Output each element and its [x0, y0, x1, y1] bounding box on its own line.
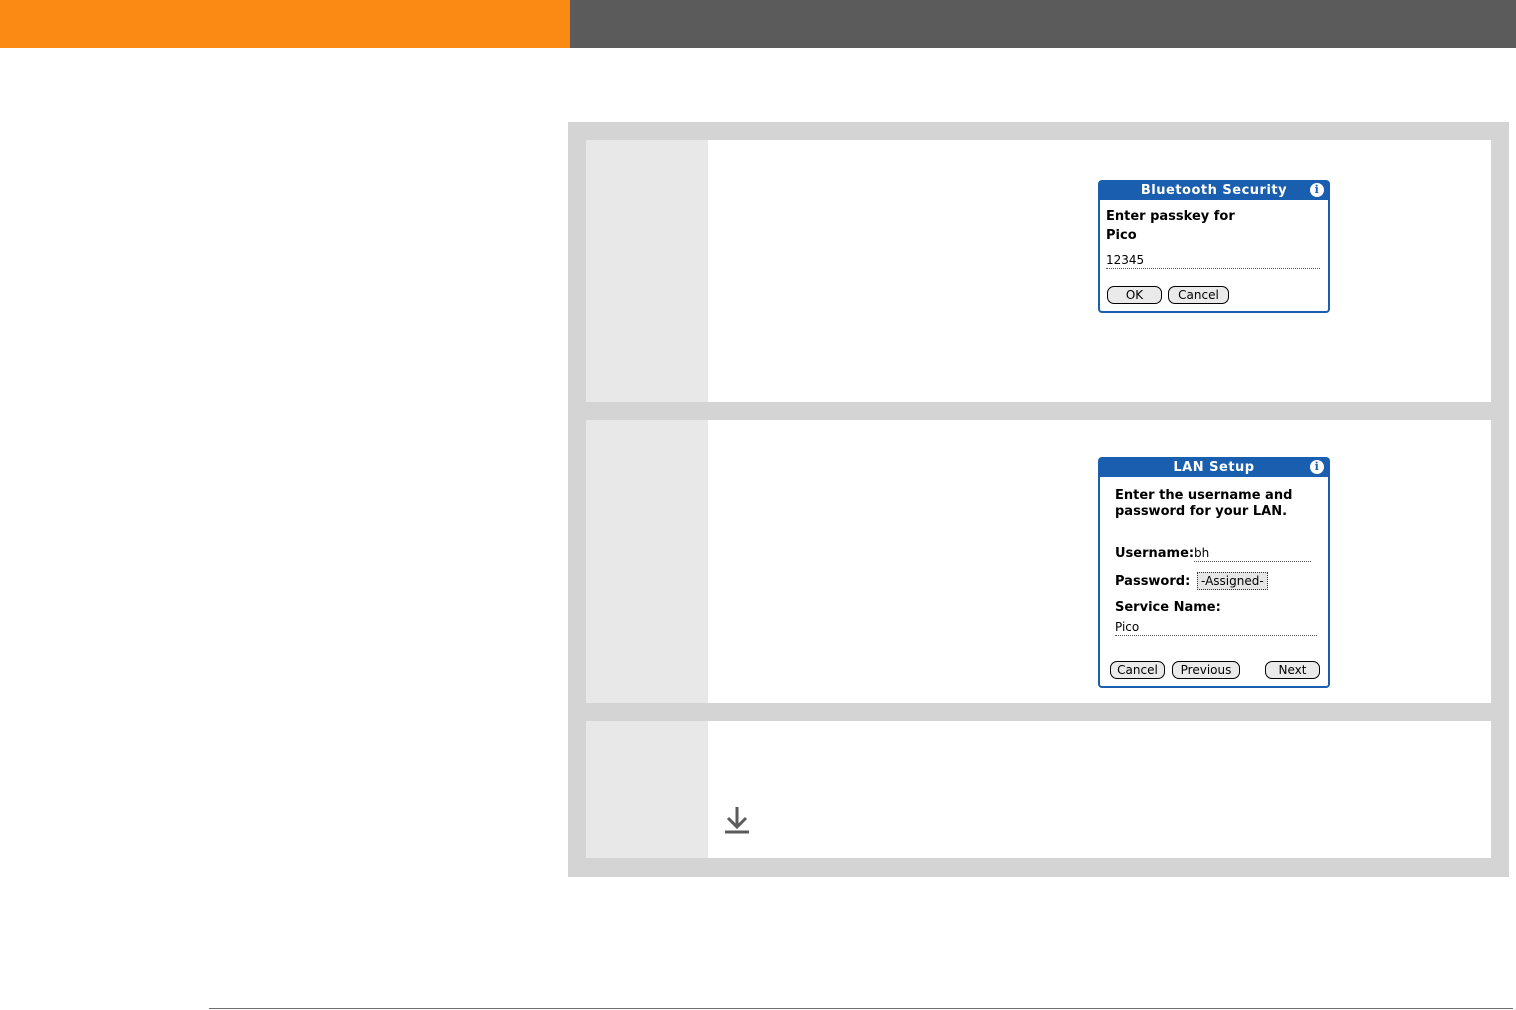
previous-button[interactable]: Previous [1172, 661, 1240, 679]
passkey-input[interactable]: 12345 [1106, 253, 1320, 269]
service-name-input[interactable]: Pico [1115, 620, 1317, 636]
header-gray-bar [570, 0, 1516, 48]
step-1: Bluetooth Security i Enter passkey for P… [586, 140, 1491, 402]
info-icon[interactable]: i [1310, 460, 1324, 474]
cancel-button[interactable]: Cancel [1110, 661, 1165, 679]
password-selector[interactable]: -Assigned- [1197, 572, 1268, 590]
lan-setup-dialog: LAN Setup i Enter the username and passw… [1098, 457, 1330, 688]
footer-rule [209, 1008, 1513, 1009]
cancel-button[interactable]: Cancel [1168, 286, 1229, 304]
info-icon[interactable]: i [1310, 183, 1324, 197]
prompt-line-2: password for your LAN. [1115, 504, 1288, 519]
step-2-body: LAN Setup i Enter the username and passw… [708, 420, 1491, 703]
step-3 [586, 721, 1491, 858]
step-3-number-cell [586, 721, 708, 858]
username-input[interactable]: bh [1194, 546, 1311, 562]
down-arrow-icon [725, 807, 749, 834]
bluetooth-security-dialog: Bluetooth Security i Enter passkey for P… [1098, 180, 1330, 313]
dialog-title: Bluetooth Security i [1100, 182, 1328, 200]
prompt-line-1: Enter passkey for [1106, 209, 1235, 224]
lan-prompt: Enter the username and password for your… [1115, 488, 1292, 520]
prompt-line-2: Pico [1106, 228, 1137, 243]
dialog-title: LAN Setup i [1100, 459, 1328, 477]
service-name-label: Service Name: [1115, 600, 1221, 615]
step-2-number-cell [586, 420, 708, 703]
username-label: Username: [1115, 546, 1195, 561]
next-button[interactable]: Next [1265, 661, 1320, 679]
step-3-body [708, 721, 1491, 858]
prompt-line-1: Enter the username and [1115, 488, 1293, 503]
dialog-title-text: LAN Setup [1173, 460, 1255, 475]
passkey-prompt: Enter passkey for Pico [1106, 209, 1235, 244]
ok-button[interactable]: OK [1107, 286, 1162, 304]
header-orange-bar [0, 0, 570, 48]
password-label: Password: [1115, 574, 1191, 589]
step-2: LAN Setup i Enter the username and passw… [586, 420, 1491, 703]
step-1-number-cell [586, 140, 708, 402]
step-1-body: Bluetooth Security i Enter passkey for P… [708, 140, 1491, 402]
dialog-title-text: Bluetooth Security [1140, 183, 1288, 198]
